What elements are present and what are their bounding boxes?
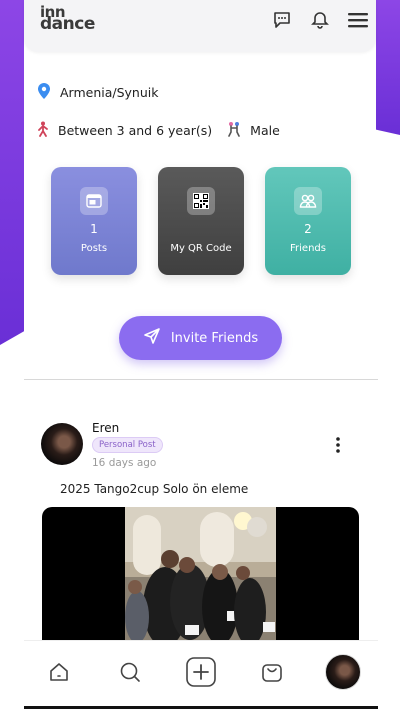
bottom-navigation bbox=[24, 640, 378, 703]
post-timestamp: 16 days ago bbox=[92, 457, 157, 469]
posts-icon bbox=[80, 187, 108, 215]
decorative-purple-band-left bbox=[0, 0, 24, 345]
post-photo bbox=[125, 507, 276, 647]
posts-label: Posts bbox=[80, 243, 108, 254]
more-options-icon[interactable] bbox=[332, 436, 344, 454]
profile-avatar[interactable] bbox=[324, 654, 361, 690]
send-icon bbox=[143, 327, 161, 349]
posts-count: 1 bbox=[90, 222, 98, 236]
section-divider bbox=[24, 379, 378, 380]
logo-line2: dance bbox=[40, 14, 95, 34]
shop-icon[interactable] bbox=[254, 654, 290, 690]
post-author-avatar[interactable] bbox=[41, 423, 83, 465]
friends-count: 2 bbox=[304, 222, 312, 236]
app-logo[interactable]: inn dance bbox=[40, 5, 98, 34]
friends-stat-card[interactable]: 2 Friends bbox=[265, 167, 351, 275]
location-row: Armenia/Synuik bbox=[36, 82, 159, 103]
qr-code-icon bbox=[187, 187, 215, 215]
decorative-purple-band-right bbox=[376, 0, 400, 135]
posts-stat-card[interactable]: 1 Posts bbox=[51, 167, 137, 275]
location-text: Armenia/Synuik bbox=[60, 85, 159, 100]
qr-code-label: My QR Code bbox=[170, 243, 232, 254]
search-icon[interactable] bbox=[112, 654, 148, 690]
invite-friends-button[interactable]: Invite Friends bbox=[119, 316, 282, 360]
bell-icon[interactable] bbox=[308, 8, 332, 32]
menu-icon[interactable] bbox=[346, 8, 370, 32]
dancer-icon bbox=[36, 121, 50, 140]
home-indicator bbox=[24, 706, 378, 709]
qr-code-card[interactable]: My QR Code bbox=[158, 167, 244, 275]
dancing-couple-icon bbox=[226, 121, 242, 140]
friends-label: Friends bbox=[290, 243, 326, 254]
post-caption: 2025 Tango2cup Solo ön eleme bbox=[60, 482, 249, 496]
location-pin-icon bbox=[36, 82, 52, 103]
post-type-badge: Personal Post bbox=[92, 437, 163, 453]
home-icon[interactable] bbox=[41, 654, 77, 690]
post-video[interactable] bbox=[42, 507, 359, 647]
profile-stats: 1 Posts My QR Code 2 Friends bbox=[51, 167, 351, 275]
chat-icon[interactable] bbox=[270, 8, 294, 32]
invite-friends-label: Invite Friends bbox=[170, 330, 259, 346]
friends-icon bbox=[294, 187, 322, 215]
experience-gender-row: Between 3 and 6 year(s) Male bbox=[36, 121, 280, 140]
gender-text: Male bbox=[250, 123, 280, 138]
profile-avatar-image bbox=[324, 654, 361, 690]
add-icon[interactable] bbox=[183, 654, 219, 690]
experience-text: Between 3 and 6 year(s) bbox=[58, 123, 213, 138]
post-author-name[interactable]: Eren bbox=[92, 421, 119, 435]
header-actions bbox=[270, 8, 370, 32]
